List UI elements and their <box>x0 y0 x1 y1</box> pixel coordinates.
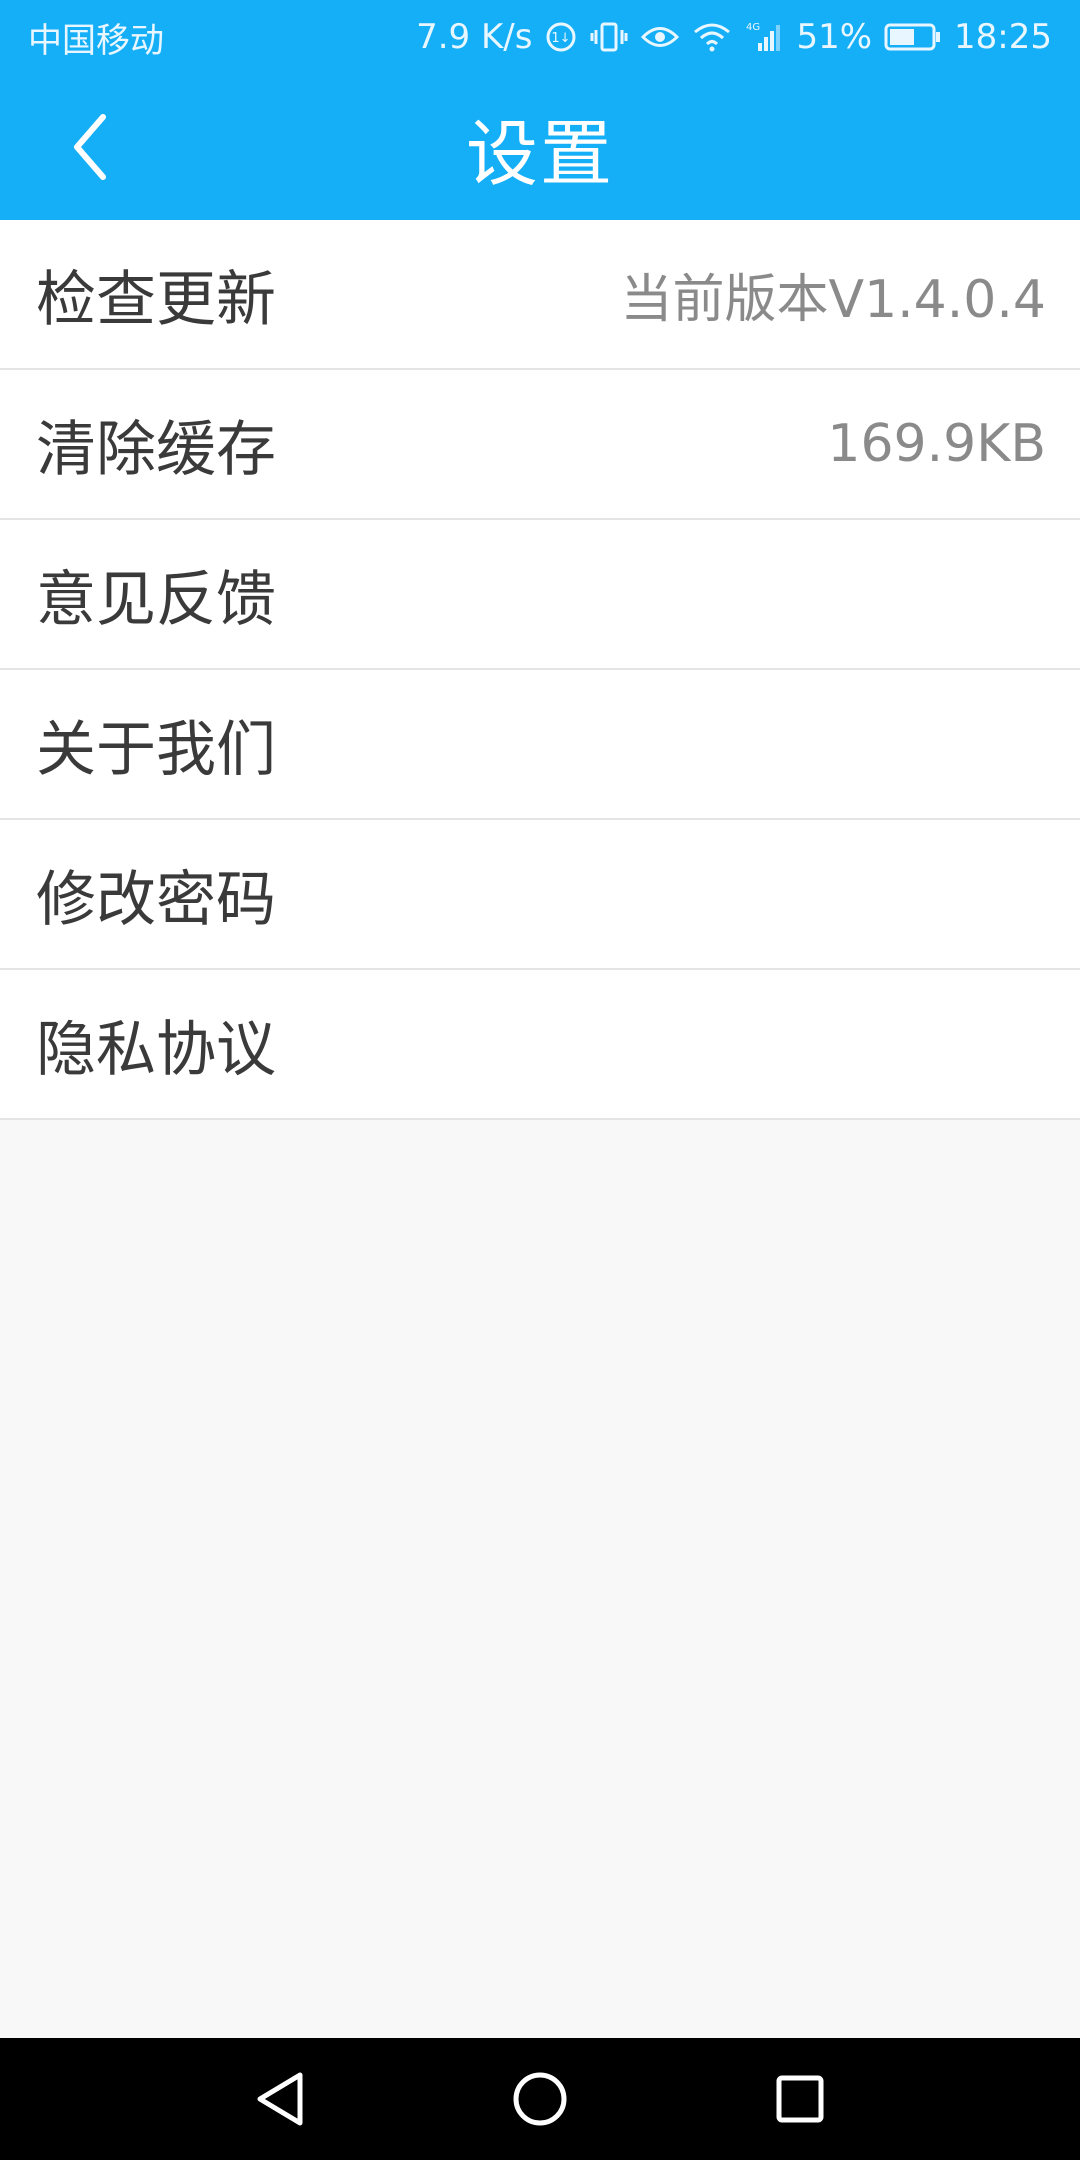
settings-item-label: 关于我们 <box>36 714 276 785</box>
settings-item-label: 隐私协议 <box>36 1014 276 1085</box>
eye-comfort-icon <box>640 17 680 57</box>
settings-item-label: 检查更新 <box>36 264 276 335</box>
svg-text:1↓: 1↓ <box>552 31 571 46</box>
back-triangle-icon <box>257 2072 303 2126</box>
nav-recents-button[interactable] <box>760 2059 840 2139</box>
clock-time: 18:25 <box>954 17 1052 57</box>
home-circle-icon <box>513 2072 567 2126</box>
vibrate-icon <box>590 17 628 57</box>
app-header: 设置 <box>0 74 1080 220</box>
settings-item-clear-cache[interactable]: 清除缓存 169.9KB <box>0 370 1080 520</box>
nav-home-button[interactable] <box>500 2059 580 2139</box>
carrier-name: 中国移动 <box>28 20 164 61</box>
nav-back-button[interactable] <box>240 2059 320 2139</box>
status-icons: 7.9 K/s 1↓ 4G 51% 18:25 <box>416 17 1052 57</box>
chevron-left-icon <box>74 114 106 180</box>
settings-item-about-us[interactable]: 关于我们 <box>0 670 1080 820</box>
wifi-icon <box>692 17 732 57</box>
current-version-value: 当前版本V1.4.0.4 <box>620 269 1047 330</box>
system-nav-bar <box>0 2038 1080 2160</box>
settings-item-label: 意见反馈 <box>36 564 276 635</box>
data-saver-icon: 1↓ <box>544 17 578 57</box>
page-title: 设置 <box>465 111 614 196</box>
battery-percent: 51% <box>796 17 873 57</box>
battery-icon <box>884 17 942 57</box>
cache-size-value: 169.9KB <box>827 414 1046 474</box>
net-speed: 7.9 K/s <box>416 17 533 57</box>
signal-type-label: 4G <box>746 22 760 33</box>
settings-item-label: 清除缓存 <box>36 414 276 485</box>
settings-item-change-password[interactable]: 修改密码 <box>0 820 1080 970</box>
back-button[interactable] <box>40 74 140 220</box>
settings-item-label: 修改密码 <box>36 864 276 935</box>
settings-screen: 中国移动 7.9 K/s 1↓ 4G 51% 18:25 设置 检查更新 当前版… <box>0 0 1080 2160</box>
settings-item-check-update[interactable]: 检查更新 当前版本V1.4.0.4 <box>0 220 1080 370</box>
settings-item-privacy-policy[interactable]: 隐私协议 <box>0 970 1080 1120</box>
settings-item-feedback[interactable]: 意见反馈 <box>0 520 1080 670</box>
settings-list: 检查更新 当前版本V1.4.0.4 清除缓存 169.9KB 意见反馈 关于我们… <box>0 220 1080 1120</box>
recents-square-icon <box>776 2075 824 2123</box>
cellular-signal-icon: 4G <box>744 17 784 57</box>
status-bar: 中国移动 7.9 K/s 1↓ 4G 51% 18:25 <box>0 0 1080 74</box>
